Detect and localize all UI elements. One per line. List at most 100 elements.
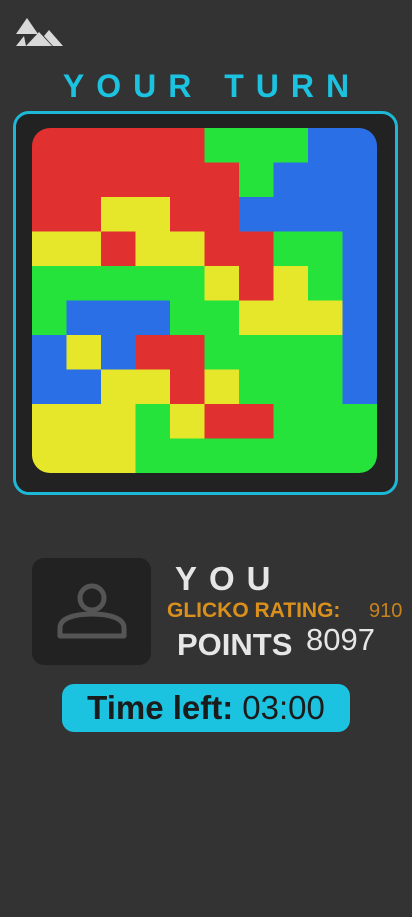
board-cell[interactable] xyxy=(239,335,275,371)
board-cell[interactable] xyxy=(273,438,309,474)
board-cell[interactable] xyxy=(135,162,171,198)
board-cell[interactable] xyxy=(101,266,137,302)
board-cell[interactable] xyxy=(66,438,102,474)
board-cell[interactable] xyxy=(66,300,102,336)
board-cell[interactable] xyxy=(342,335,378,371)
board-cell[interactable] xyxy=(342,404,378,440)
board-cell[interactable] xyxy=(273,266,309,302)
game-board[interactable] xyxy=(32,128,377,473)
board-cell[interactable] xyxy=(170,335,206,371)
board-cell[interactable] xyxy=(342,300,378,336)
board-cell[interactable] xyxy=(101,231,137,267)
board-cell[interactable] xyxy=(66,162,102,198)
board-cell[interactable] xyxy=(204,197,240,233)
board-cell[interactable] xyxy=(308,231,344,267)
board-cell[interactable] xyxy=(170,266,206,302)
board-cell[interactable] xyxy=(308,266,344,302)
board-cell[interactable] xyxy=(32,335,68,371)
board-cell[interactable] xyxy=(170,404,206,440)
board-cell[interactable] xyxy=(239,128,275,164)
board-cell[interactable] xyxy=(239,404,275,440)
board-cell[interactable] xyxy=(239,266,275,302)
board-cell[interactable] xyxy=(204,162,240,198)
board-cell[interactable] xyxy=(32,300,68,336)
board-cell[interactable] xyxy=(135,438,171,474)
board-cell[interactable] xyxy=(239,369,275,405)
board-cell[interactable] xyxy=(170,128,206,164)
board-cell[interactable] xyxy=(101,369,137,405)
board-cell[interactable] xyxy=(32,231,68,267)
board-cell[interactable] xyxy=(170,300,206,336)
board-cell[interactable] xyxy=(204,231,240,267)
board-cell[interactable] xyxy=(32,266,68,302)
board-cell[interactable] xyxy=(273,404,309,440)
board-cell[interactable] xyxy=(101,404,137,440)
board-cell[interactable] xyxy=(239,162,275,198)
board-cell[interactable] xyxy=(66,231,102,267)
board-cell[interactable] xyxy=(308,128,344,164)
board-cell[interactable] xyxy=(66,404,102,440)
board-cell[interactable] xyxy=(273,231,309,267)
board-cell[interactable] xyxy=(135,335,171,371)
board-cell[interactable] xyxy=(135,231,171,267)
board-cell[interactable] xyxy=(342,197,378,233)
board-cell[interactable] xyxy=(239,300,275,336)
board-cell[interactable] xyxy=(273,369,309,405)
board-cell[interactable] xyxy=(101,438,137,474)
board-cell[interactable] xyxy=(204,369,240,405)
board-cell[interactable] xyxy=(101,335,137,371)
board-cell[interactable] xyxy=(204,404,240,440)
board-cell[interactable] xyxy=(308,335,344,371)
board-cell[interactable] xyxy=(204,438,240,474)
board-cell[interactable] xyxy=(308,404,344,440)
board-cell[interactable] xyxy=(239,197,275,233)
board-cell[interactable] xyxy=(101,197,137,233)
board-cell[interactable] xyxy=(273,197,309,233)
board-cell[interactable] xyxy=(135,266,171,302)
board-cell[interactable] xyxy=(273,162,309,198)
board-cell[interactable] xyxy=(170,438,206,474)
board-cell[interactable] xyxy=(66,335,102,371)
board-cell[interactable] xyxy=(66,266,102,302)
board-cell[interactable] xyxy=(273,335,309,371)
board-cell[interactable] xyxy=(66,197,102,233)
board-cell[interactable] xyxy=(32,162,68,198)
board-cell[interactable] xyxy=(308,438,344,474)
board-cell[interactable] xyxy=(308,300,344,336)
board-cell[interactable] xyxy=(135,300,171,336)
board-cell[interactable] xyxy=(135,197,171,233)
board-cell[interactable] xyxy=(273,128,309,164)
board-cell[interactable] xyxy=(66,369,102,405)
board-cell[interactable] xyxy=(32,128,68,164)
game-board-grid[interactable] xyxy=(32,128,377,473)
board-cell[interactable] xyxy=(342,128,378,164)
board-cell[interactable] xyxy=(32,438,68,474)
board-cell[interactable] xyxy=(239,231,275,267)
board-cell[interactable] xyxy=(101,300,137,336)
board-cell[interactable] xyxy=(170,197,206,233)
board-cell[interactable] xyxy=(170,369,206,405)
board-cell[interactable] xyxy=(135,369,171,405)
board-cell[interactable] xyxy=(32,197,68,233)
board-cell[interactable] xyxy=(308,197,344,233)
board-cell[interactable] xyxy=(204,266,240,302)
board-cell[interactable] xyxy=(170,162,206,198)
board-cell[interactable] xyxy=(204,128,240,164)
board-cell[interactable] xyxy=(204,335,240,371)
board-cell[interactable] xyxy=(170,231,206,267)
board-cell[interactable] xyxy=(273,300,309,336)
board-cell[interactable] xyxy=(32,404,68,440)
board-cell[interactable] xyxy=(342,231,378,267)
board-cell[interactable] xyxy=(239,438,275,474)
board-cell[interactable] xyxy=(308,369,344,405)
board-cell[interactable] xyxy=(204,300,240,336)
board-cell[interactable] xyxy=(342,266,378,302)
board-cell[interactable] xyxy=(101,128,137,164)
board-cell[interactable] xyxy=(135,404,171,440)
board-cell[interactable] xyxy=(342,369,378,405)
board-cell[interactable] xyxy=(101,162,137,198)
board-cell[interactable] xyxy=(308,162,344,198)
board-cell[interactable] xyxy=(66,128,102,164)
board-cell[interactable] xyxy=(135,128,171,164)
board-cell[interactable] xyxy=(342,162,378,198)
